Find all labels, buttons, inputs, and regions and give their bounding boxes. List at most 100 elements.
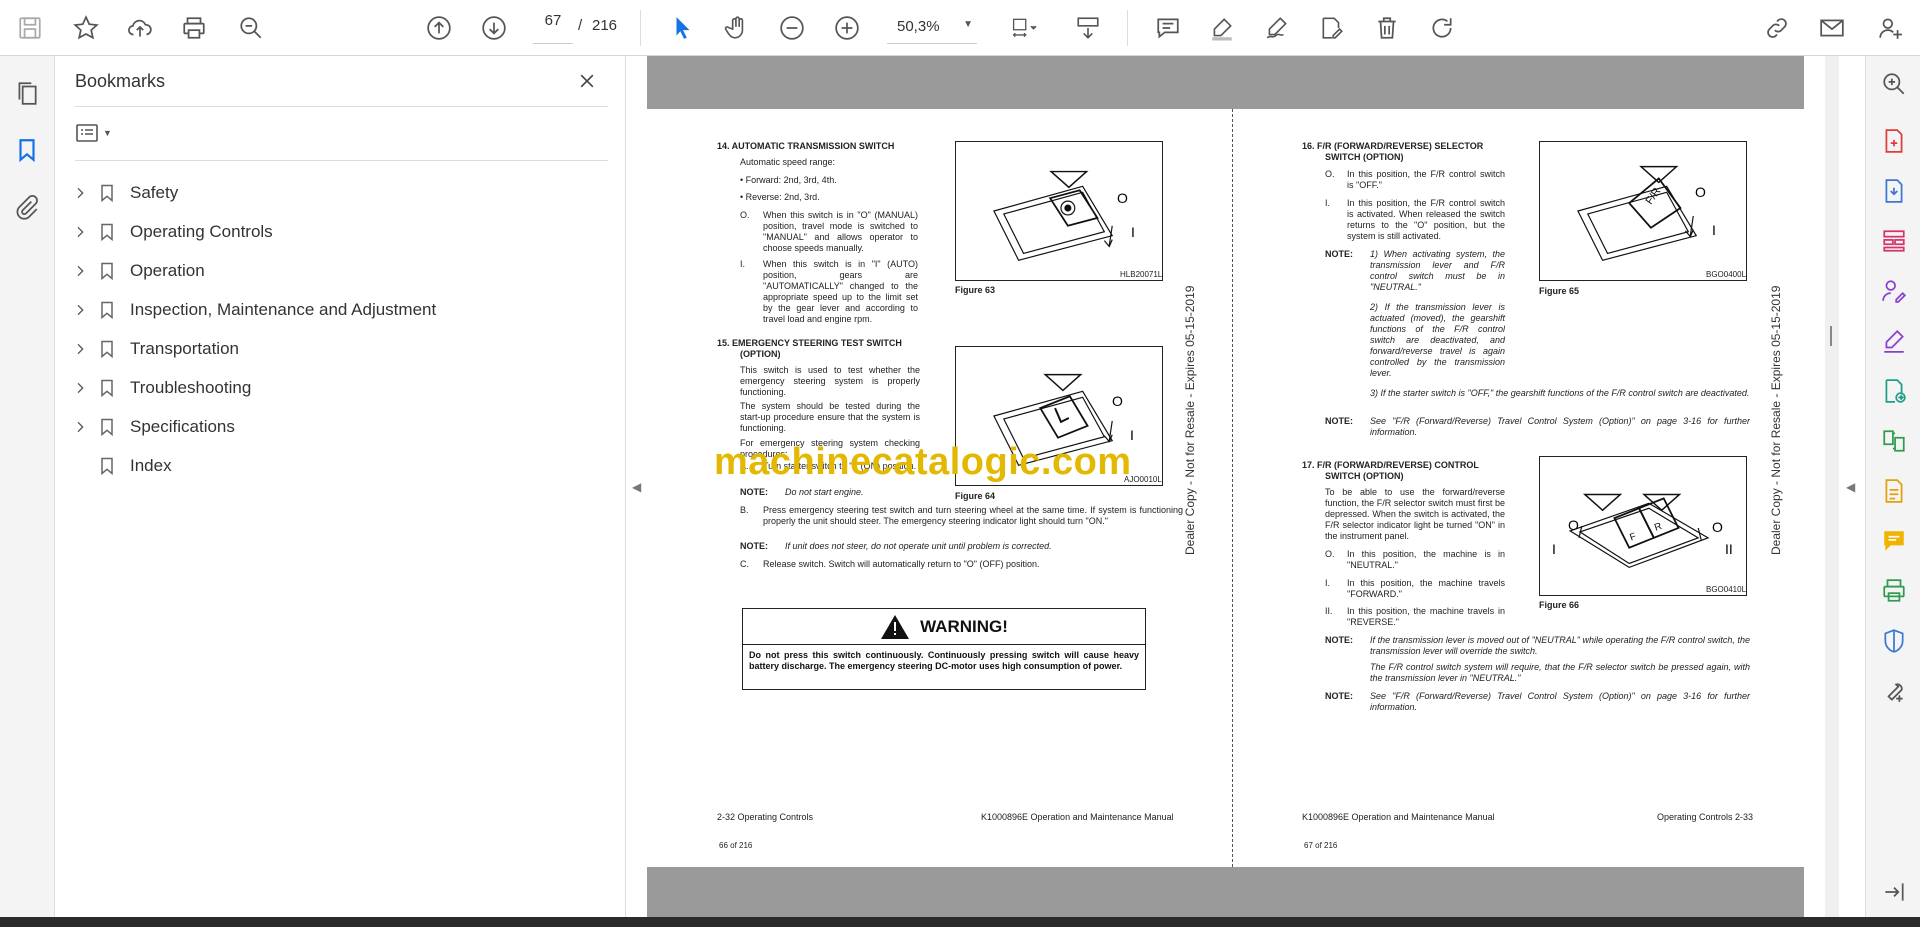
upload-cloud-icon[interactable] xyxy=(122,10,158,46)
request-signature-icon[interactable] xyxy=(1878,275,1910,307)
comment-icon[interactable] xyxy=(1878,525,1910,557)
export-pdf-icon[interactable] xyxy=(1878,175,1910,207)
i-label: I xyxy=(1131,224,1135,240)
print-production-icon[interactable] xyxy=(1878,575,1910,607)
section-17-note2: See "F/R (Forward/Reverse) Travel Contro… xyxy=(1370,691,1750,712)
fit-page-icon[interactable] xyxy=(1000,10,1048,46)
bookmark-label: Index xyxy=(130,455,172,475)
item-marker: II. xyxy=(1325,606,1333,616)
section-15-para2: The system should be tested during the s… xyxy=(740,401,920,433)
bookmark-item-index[interactable]: Index xyxy=(70,446,610,485)
note-label: NOTE: xyxy=(740,487,768,497)
edit-pdf-icon[interactable] xyxy=(1314,10,1350,46)
fill-sign-icon[interactable] xyxy=(1878,325,1910,357)
bookmark-label: Specifications xyxy=(130,416,235,436)
mail-icon[interactable] xyxy=(1814,10,1850,46)
compare-files-icon[interactable] xyxy=(1878,425,1910,457)
left-page-footer-left: 2-32 Operating Controls xyxy=(717,812,814,822)
i-label: I xyxy=(1552,541,1556,557)
bookmark-item-specifications[interactable]: Specifications xyxy=(70,407,610,446)
viewer-background xyxy=(647,56,1804,109)
section-14-i-text: When this switch is in "I" (AUTO) positi… xyxy=(763,259,918,324)
no-chevron-spacer xyxy=(70,456,90,476)
section-14-title: 14. AUTOMATIC TRANSMISSION SWITCH xyxy=(717,141,895,151)
zoom-in-icon[interactable] xyxy=(829,10,865,46)
collapse-left-panel-icon[interactable]: ◀ xyxy=(632,480,641,494)
top-toolbar: 67 / 216 50,3% ▼ xyxy=(0,0,1920,56)
acrobat-window: 67 / 216 50,3% ▼ Bookmarks ▼ Safety Oper… xyxy=(0,0,1920,927)
share-link-icon[interactable] xyxy=(1759,10,1795,46)
viewer-background xyxy=(647,867,1804,917)
chevron-right-icon[interactable] xyxy=(70,417,90,437)
zoom-level-select[interactable]: 50,3% ▼ xyxy=(887,12,977,44)
bookmark-item-troubleshooting[interactable]: Troubleshooting xyxy=(70,368,610,407)
right-tools-rail xyxy=(1865,56,1920,917)
hand-tool-icon[interactable] xyxy=(719,10,755,46)
figure-65-caption: Figure 65 xyxy=(1539,286,1580,296)
zoom-out-icon[interactable] xyxy=(774,10,810,46)
draw-sign-icon[interactable] xyxy=(1259,10,1295,46)
warning-header: WARNING! xyxy=(743,609,1145,645)
page-number-input[interactable]: 67 xyxy=(533,12,573,44)
bookmark-icon xyxy=(96,221,118,243)
close-icon[interactable] xyxy=(574,68,600,94)
collapse-right-panel-icon[interactable]: ◀ xyxy=(1846,480,1855,494)
note-label: NOTE: xyxy=(1325,635,1353,645)
page-down-icon[interactable] xyxy=(476,10,512,46)
warning-title: WARNING! xyxy=(920,616,1008,636)
bookmark-item-operation[interactable]: Operation xyxy=(70,251,610,290)
rotate-icon[interactable] xyxy=(1424,10,1460,46)
dealer-copy-stamp: Dealer Copy - Not for Resale - Expires 0… xyxy=(1769,285,1783,555)
section-17-title-option: SWITCH (OPTION) xyxy=(1325,471,1404,481)
svg-text:F: F xyxy=(1628,531,1637,543)
highlight-pen-icon[interactable] xyxy=(1204,10,1240,46)
chevron-right-icon[interactable] xyxy=(70,378,90,398)
page-up-icon[interactable] xyxy=(421,10,457,46)
item-marker: C. xyxy=(740,559,749,569)
chevron-right-icon[interactable] xyxy=(70,339,90,359)
i-label: I xyxy=(1712,222,1716,238)
section-15-para1: This switch is used to test whether the … xyxy=(740,365,920,397)
bookmark-item-transportation[interactable]: Transportation xyxy=(70,329,610,368)
chevron-right-icon[interactable] xyxy=(70,222,90,242)
organize-pages-icon[interactable] xyxy=(1878,225,1910,257)
section-15-step-b: Press emergency steering test switch and… xyxy=(763,505,1183,526)
bookmark-icon xyxy=(96,338,118,360)
print-icon[interactable] xyxy=(176,10,212,46)
section-17-ii-text: In this position, the machine travels in… xyxy=(1347,606,1505,627)
save-icon[interactable] xyxy=(12,10,48,46)
chevron-right-icon[interactable] xyxy=(70,183,90,203)
left-navigation-rail xyxy=(0,56,55,917)
document-viewer[interactable]: 14. AUTOMATIC TRANSMISSION SWITCH Automa… xyxy=(627,56,1865,917)
comment-icon[interactable] xyxy=(1150,10,1186,46)
bookmark-icon[interactable] xyxy=(10,133,44,167)
figure-63-diagram: HLB20071L O I xyxy=(955,141,1163,281)
select-cursor-icon[interactable] xyxy=(665,10,701,46)
section-17-i-text: In this position, the machine travels "F… xyxy=(1347,578,1505,599)
account-icon[interactable] xyxy=(1872,10,1908,46)
star-icon[interactable] xyxy=(68,10,104,46)
pages-icon[interactable] xyxy=(10,76,44,110)
attachment-icon[interactable] xyxy=(10,190,44,224)
protect-shield-icon[interactable] xyxy=(1878,625,1910,657)
bookmark-options-button[interactable]: ▼ xyxy=(75,118,121,148)
bookmark-item-inspection[interactable]: Inspection, Maintenance and Adjustment xyxy=(70,290,610,329)
o-label: O xyxy=(1568,517,1579,533)
chevron-right-icon[interactable] xyxy=(70,261,90,281)
send-track-icon[interactable] xyxy=(1878,375,1910,407)
scroll-mode-icon[interactable] xyxy=(1070,10,1106,46)
item-marker: I. xyxy=(1325,578,1331,588)
trash-icon[interactable] xyxy=(1369,10,1405,46)
zoom-search-icon[interactable] xyxy=(233,10,269,46)
chevron-right-icon[interactable] xyxy=(70,300,90,320)
edit-document-icon[interactable] xyxy=(1878,475,1910,507)
vertical-scrollbar[interactable] xyxy=(1825,56,1839,917)
scrollbar-thumb[interactable] xyxy=(1830,326,1832,346)
create-pdf-icon[interactable] xyxy=(1878,125,1910,157)
expand-panel-icon[interactable] xyxy=(1878,876,1910,908)
zoom-search-icon[interactable] xyxy=(1878,68,1910,100)
bookmark-item-safety[interactable]: Safety xyxy=(70,173,610,212)
more-tools-icon[interactable] xyxy=(1878,675,1910,707)
ii-label: II xyxy=(1725,541,1733,557)
bookmark-item-operating-controls[interactable]: Operating Controls xyxy=(70,212,610,251)
